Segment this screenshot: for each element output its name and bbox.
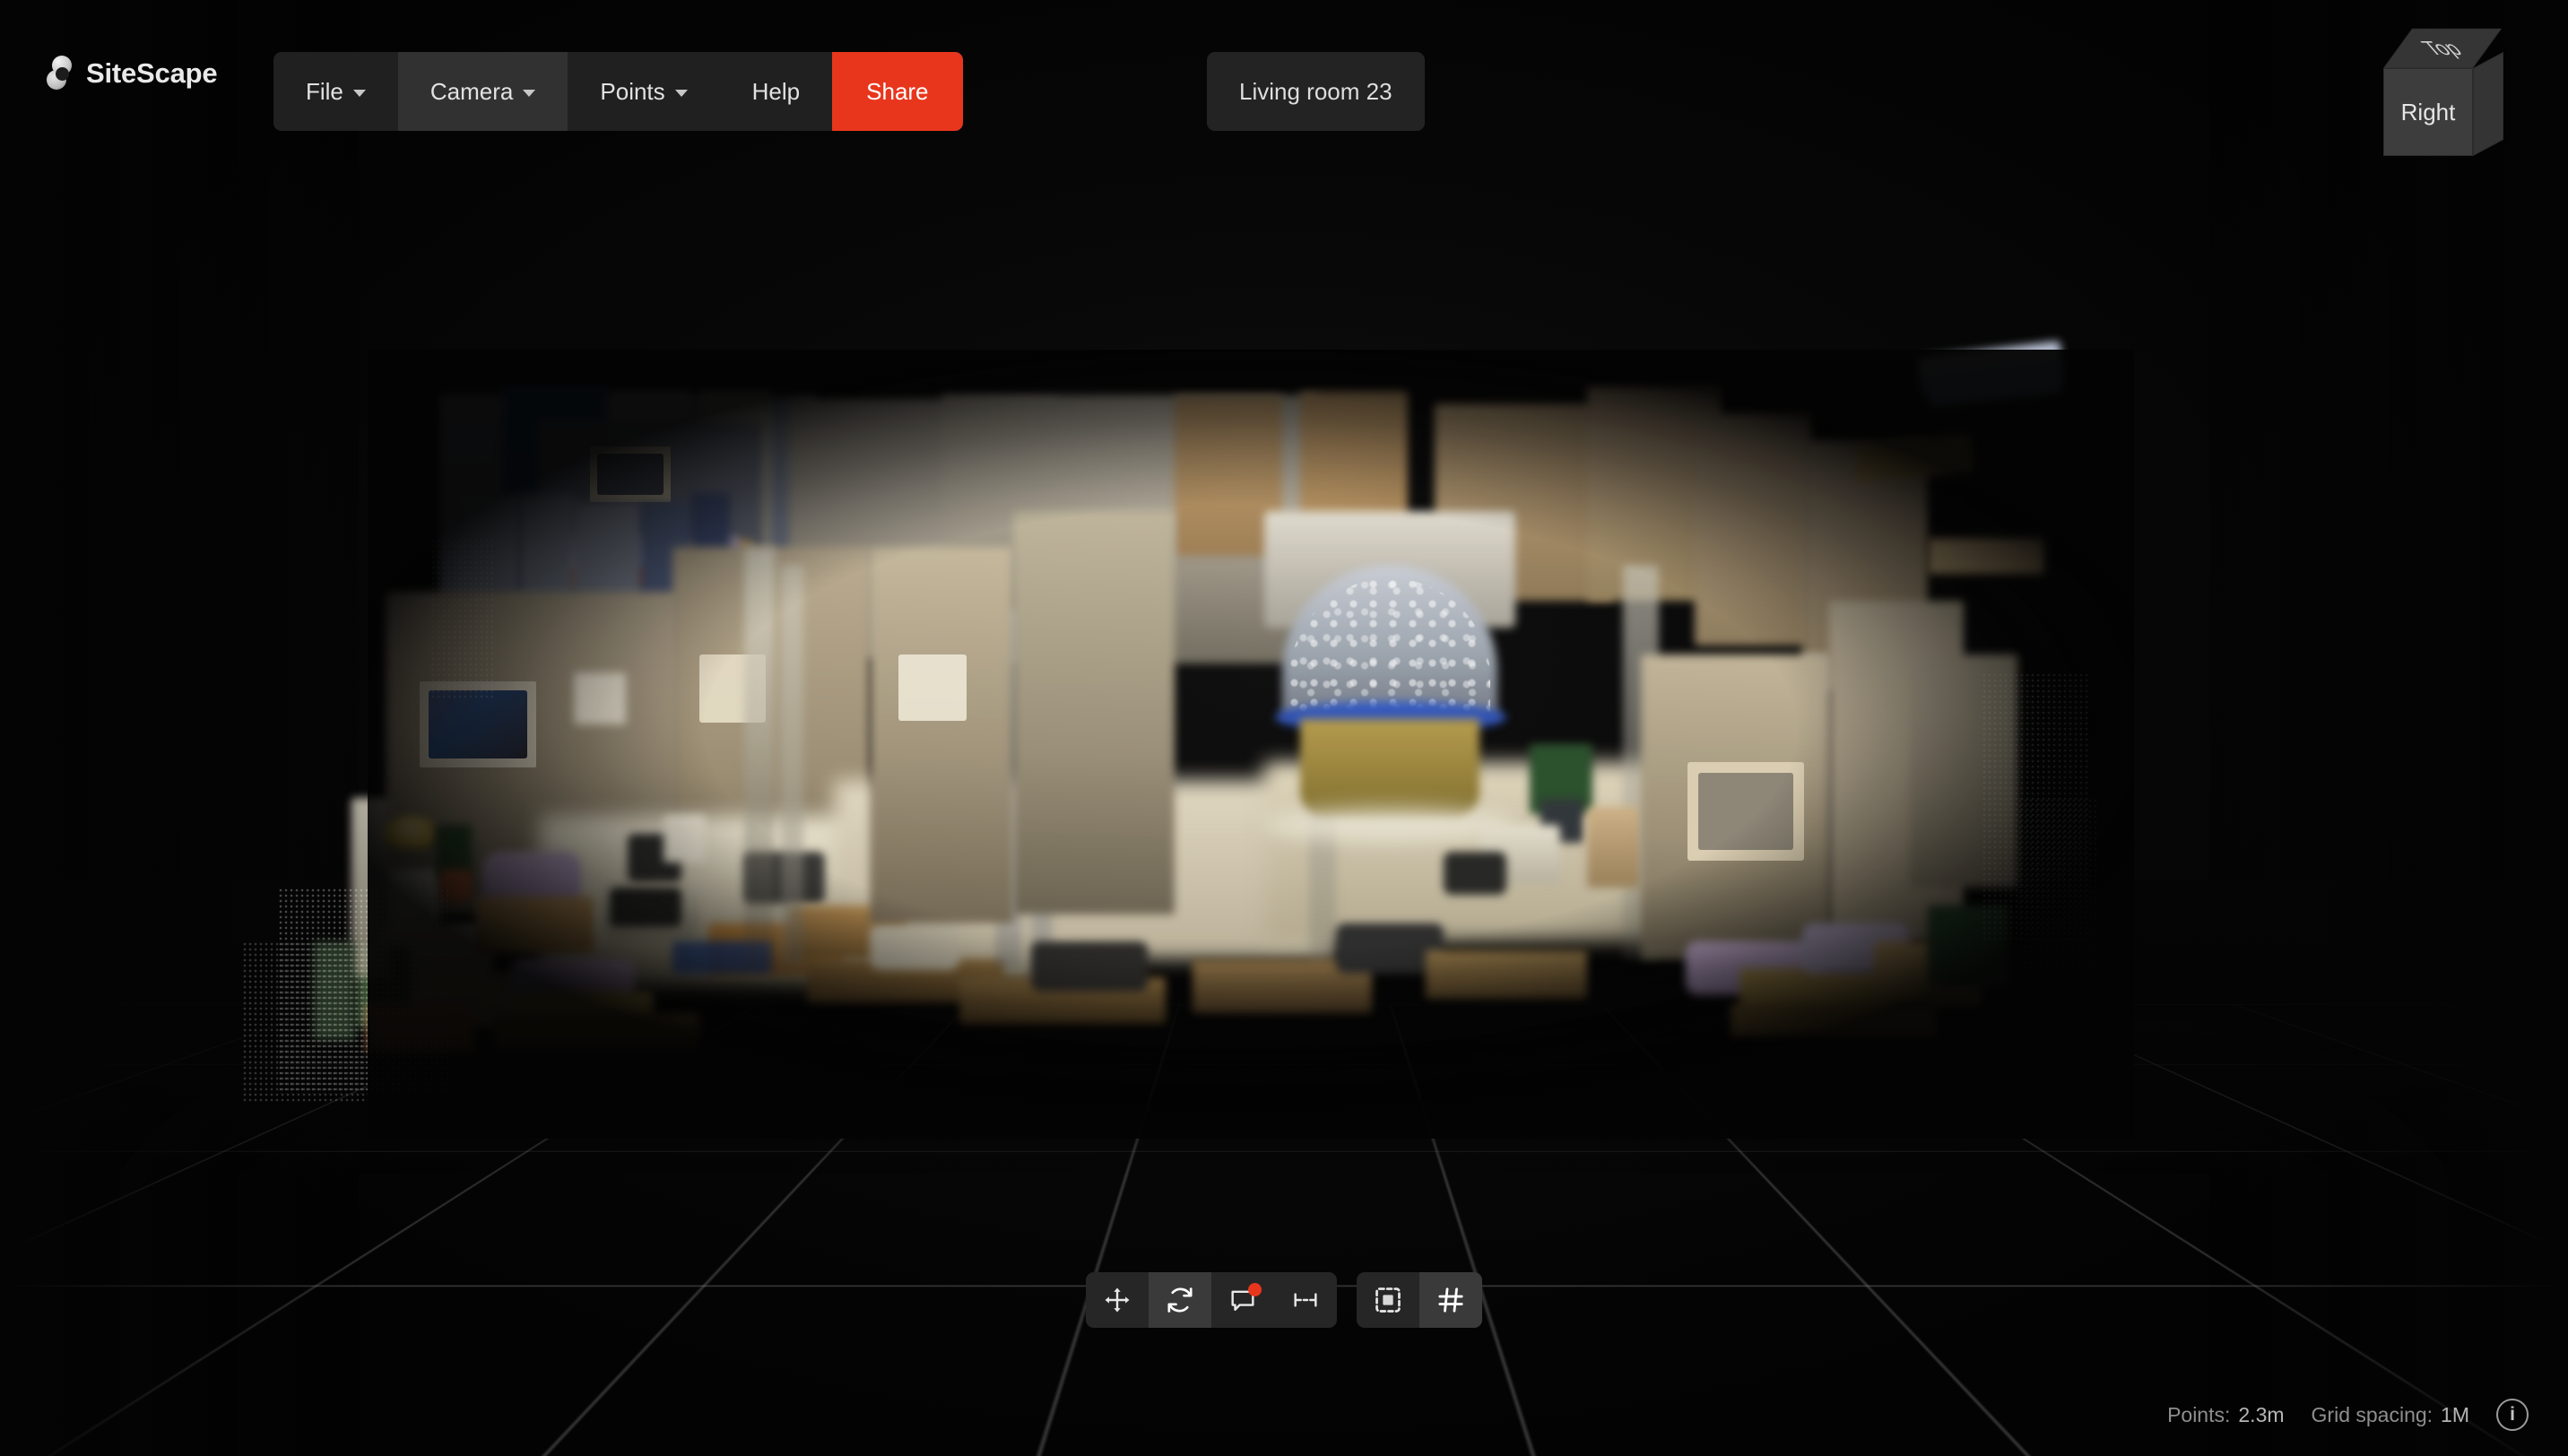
view-cube-top-label: Top <box>2416 37 2468 60</box>
points-count-value: 2.3m <box>2238 1403 2284 1427</box>
brand-name-label: SiteScape <box>86 57 217 90</box>
status-bar: Points: 2.3m Grid spacing: 1M i <box>2167 1399 2529 1431</box>
menu-item-camera-label: Camera <box>430 78 513 106</box>
pan-move-icon <box>1102 1285 1132 1315</box>
sitescape-viewer-window: SiteScape File Camera Points Help Share <box>0 0 2568 1456</box>
3d-viewport-canvas[interactable] <box>0 0 2568 1456</box>
points-count-stat: Points: 2.3m <box>2167 1403 2284 1427</box>
brand-logo[interactable]: SiteScape <box>47 56 217 91</box>
info-glyph: i <box>2510 1404 2515 1426</box>
transform-tools-group <box>1086 1272 1337 1328</box>
grid-spacing-stat: Grid spacing: 1M <box>2312 1403 2469 1427</box>
floor-grid <box>0 0 2568 1004</box>
grid-button[interactable] <box>1419 1272 1482 1328</box>
chevron-down-icon <box>523 90 535 97</box>
view-cube-side-face[interactable] <box>2473 52 2503 156</box>
menu-item-points-label: Points <box>600 78 664 106</box>
points-count-label: Points: <box>2167 1403 2230 1427</box>
pan-tool-button[interactable] <box>1086 1272 1149 1328</box>
grid-horizon-fade <box>0 879 2568 1174</box>
document-title-pill[interactable]: Living room 23 <box>1207 52 1425 131</box>
menu-item-points[interactable]: Points <box>568 52 719 131</box>
orbit-rotate-icon <box>1165 1285 1195 1315</box>
page-title: Living room 23 <box>1239 78 1392 106</box>
menu-item-camera[interactable]: Camera <box>398 52 568 131</box>
grid-spacing-value: 1M <box>2441 1403 2469 1427</box>
point-cloud-edge-fade <box>368 350 2134 1139</box>
menu-item-help[interactable]: Help <box>720 52 832 131</box>
chevron-down-icon <box>675 90 688 97</box>
viewer-toolbar <box>1086 1272 1482 1328</box>
menu-item-file[interactable]: File <box>273 52 398 131</box>
share-button-label: Share <box>866 78 928 106</box>
info-circle-icon[interactable]: i <box>2496 1399 2529 1431</box>
view-cube-icon[interactable]: Top Right <box>2373 30 2516 174</box>
menu-item-file-label: File <box>306 78 343 106</box>
comment-tool-button[interactable] <box>1211 1272 1274 1328</box>
comment-unread-badge <box>1248 1283 1262 1296</box>
point-cloud-model <box>403 386 2098 1103</box>
chevron-down-icon <box>353 90 366 97</box>
grid-spacing-label: Grid spacing: <box>2312 1403 2434 1427</box>
measure-tool-button[interactable] <box>1274 1272 1337 1328</box>
orbit-tool-button[interactable] <box>1149 1272 1211 1328</box>
grid-hash-icon <box>1436 1285 1466 1315</box>
menu-item-help-label: Help <box>752 78 800 106</box>
clip-box-button[interactable] <box>1357 1272 1419 1328</box>
sitescape-s-logo-icon <box>47 56 74 91</box>
view-cube-front-face[interactable]: Right <box>2383 68 2473 156</box>
main-menu-bar: File Camera Points Help Share <box>273 52 963 131</box>
share-button[interactable]: Share <box>832 52 962 131</box>
measure-icon <box>1290 1285 1321 1315</box>
display-tools-group <box>1357 1272 1482 1328</box>
view-cube-front-label: Right <box>2401 99 2456 126</box>
grid-edge-vignette <box>0 0 2568 1456</box>
selection-box-icon <box>1373 1285 1403 1315</box>
